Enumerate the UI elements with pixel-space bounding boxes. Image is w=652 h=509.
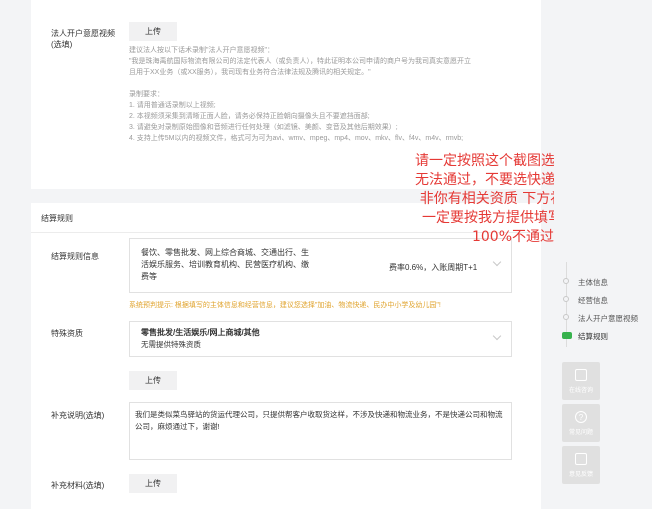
- qualification-desc: 无需提供特殊资质: [141, 340, 201, 349]
- help-icon: ?: [575, 411, 587, 423]
- step-subject[interactable]: 主体信息: [578, 277, 608, 288]
- qualification-title: 零售批发/生活娱乐/网上商城/其他: [141, 328, 260, 337]
- edit-icon: [575, 453, 587, 465]
- rule-rate: 费率0.6%，入账周期T+1: [389, 263, 478, 272]
- rule-categories: 餐饮、零售批发、网上综合商城、交通出行、生 活娱乐服务、培训教育机构、民营医疗机…: [141, 248, 309, 281]
- chat-icon: [575, 369, 587, 381]
- step-business[interactable]: 经营信息: [578, 295, 608, 306]
- step-dot: [563, 296, 569, 302]
- rule-label: 结算规则信息: [51, 252, 99, 261]
- material-label: 补充材料(选填): [51, 481, 105, 490]
- video-upload-button[interactable]: 上传: [129, 22, 177, 41]
- qualification-select[interactable]: 零售批发/生活娱乐/网上商城/其他 无需提供特殊资质: [129, 321, 512, 357]
- help-button[interactable]: ? 常见问题: [562, 404, 600, 442]
- feedback-button[interactable]: 意见反馈: [562, 446, 600, 484]
- chat-button[interactable]: 在线咨询: [562, 362, 600, 400]
- active-step-marker: [562, 332, 572, 339]
- chevron-down-icon: [492, 257, 502, 267]
- supplement-textarea[interactable]: 我们是类似菜鸟驿站的货运代理公司，只提供帮客户收取货这样，不涉及快递和物流业务，…: [129, 402, 512, 460]
- chevron-down-icon: [492, 331, 502, 341]
- step-dot: [563, 278, 569, 284]
- qualification-label: 特殊资质: [51, 329, 83, 338]
- qualification-upload-button[interactable]: 上传: [129, 371, 177, 390]
- settlement-card: 结算规则 结算规则信息 餐饮、零售批发、网上综合商城、交通出行、生 活娱乐服务、…: [31, 203, 541, 509]
- supplement-label: 补充说明(选填): [51, 411, 105, 420]
- video-tip: 建议法人按以下话术录制"法人开户意愿视频"： "我是珠海禹航国际物流有限公司的法…: [129, 47, 471, 142]
- step-video[interactable]: 法人开户意愿视频: [578, 313, 638, 324]
- system-hint: 系统预判提示: 根据填写的主体信息和经营信息，建议您选择"加油、物流快递、民办中…: [129, 302, 441, 309]
- section-title: 结算规则: [41, 214, 73, 223]
- material-upload-button[interactable]: 上传: [129, 474, 177, 493]
- video-label: 法人开户意愿视频 (选填): [51, 29, 115, 49]
- step-dot: [563, 314, 569, 320]
- step-settlement[interactable]: 结算规则: [578, 331, 608, 342]
